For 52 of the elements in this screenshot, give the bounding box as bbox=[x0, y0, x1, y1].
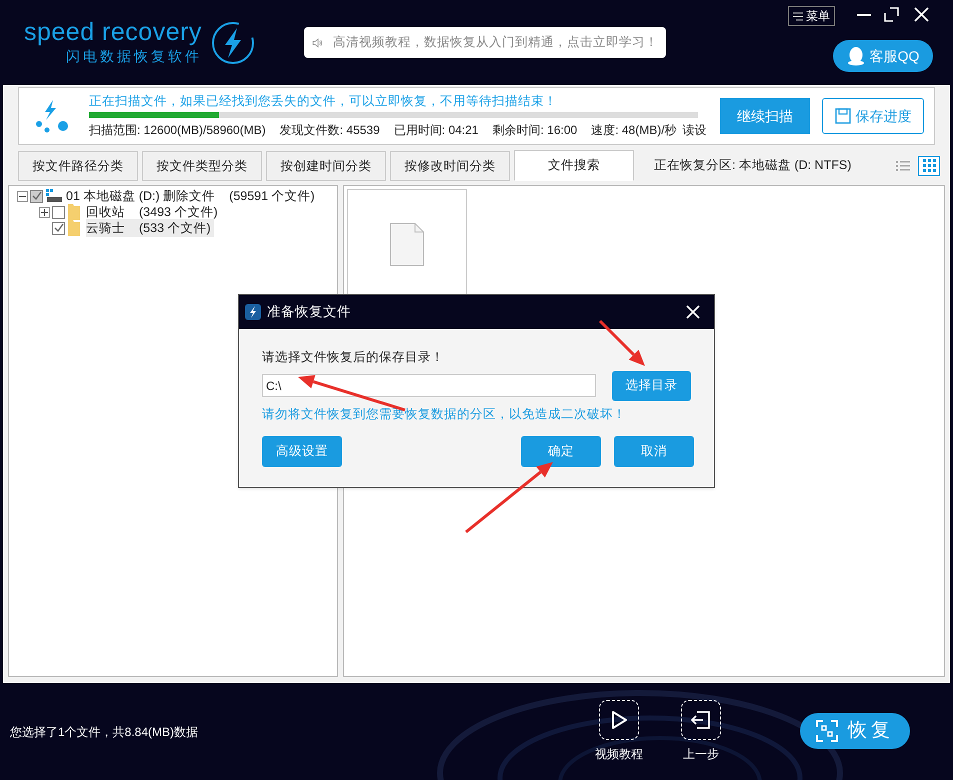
collapse-icon[interactable] bbox=[17, 190, 28, 202]
scan-stat: 扫描范围: 12600(MB)/58960(MB) bbox=[89, 122, 266, 139]
tree-item[interactable]: 回收站 (3493 个文件) bbox=[86, 202, 221, 222]
logo-subtitle: 闪电数据恢复软件 bbox=[64, 47, 202, 66]
lightning-logo-icon bbox=[210, 20, 256, 66]
file-icon bbox=[390, 222, 424, 266]
folder-icon bbox=[68, 220, 80, 236]
close-icon[interactable] bbox=[914, 7, 929, 22]
checkbox[interactable] bbox=[30, 190, 43, 202]
logo-title: speed recovery bbox=[24, 18, 202, 46]
scan-message: 正在扫描文件，如果已经找到您丢失的文件，可以立即恢复，不用等待扫描结束！ bbox=[89, 93, 558, 109]
tree-item[interactable]: 01 本地磁盘 (D:) 删除文件 (59591 个文件) bbox=[66, 186, 318, 206]
grid-icon bbox=[922, 159, 936, 172]
menu-button[interactable]: 菜单 bbox=[788, 6, 835, 26]
dialog-title: 准备恢复文件 bbox=[267, 302, 351, 321]
notice-text: 高清视频教程，数据恢复从入门到精通，点击立即学习！ bbox=[332, 34, 658, 52]
scan-stat: 发现文件数: 45539 bbox=[280, 122, 380, 139]
maximize-icon[interactable] bbox=[884, 7, 899, 22]
tab[interactable]: 文件搜索 bbox=[514, 150, 634, 181]
selection-summary: 您选择了1个文件，共8.84(MB)数据 bbox=[10, 724, 198, 740]
play-icon bbox=[611, 711, 627, 729]
tab[interactable]: 按文件类型分类 bbox=[142, 151, 262, 181]
scan-frame-icon bbox=[816, 720, 838, 742]
video-tutorial-button[interactable]: 视频教程 bbox=[593, 700, 645, 763]
tab[interactable]: 按文件路径分类 bbox=[18, 151, 138, 181]
tab[interactable]: 按创建时间分类 bbox=[266, 151, 386, 181]
scan-stat: 速度: 48(MB)/秒 bbox=[591, 122, 677, 139]
scan-stat: 剩余时间: 16:00 bbox=[492, 122, 578, 139]
scan-status: 读设 bbox=[682, 122, 707, 139]
floppy-icon bbox=[834, 108, 850, 124]
back-button[interactable]: 上一步 bbox=[675, 700, 727, 763]
check-icon bbox=[32, 191, 42, 201]
checkbox[interactable] bbox=[52, 206, 65, 218]
checkbox[interactable] bbox=[52, 222, 65, 234]
lightning-app-icon bbox=[245, 304, 261, 320]
tree-item[interactable]: 云骑士 (533 个文件) bbox=[86, 218, 214, 238]
close-icon[interactable] bbox=[686, 305, 700, 319]
folder-icon bbox=[68, 204, 80, 220]
expand-icon[interactable] bbox=[39, 206, 50, 218]
path-field[interactable]: C:\ bbox=[262, 374, 596, 398]
check-icon bbox=[54, 223, 64, 233]
grid-view-button[interactable] bbox=[918, 156, 940, 176]
menu-icon bbox=[793, 12, 803, 20]
partition-label: 正在恢复分区: 本地磁盘 (D: NTFS) bbox=[654, 157, 852, 174]
notice-bar[interactable]: 高清视频教程，数据恢复从入门到精通，点击立即学习！ bbox=[304, 27, 666, 58]
annotation-arrow bbox=[598, 320, 645, 366]
save-directory-prompt: 请选择文件恢复后的保存目录！ bbox=[262, 349, 445, 366]
list-icon bbox=[896, 160, 910, 172]
exit-icon bbox=[691, 711, 711, 729]
scan-stat: 已用时间: 04:21 bbox=[394, 122, 478, 139]
drive-icon bbox=[46, 189, 62, 203]
tab[interactable]: 按修改时间分类 bbox=[390, 151, 510, 181]
